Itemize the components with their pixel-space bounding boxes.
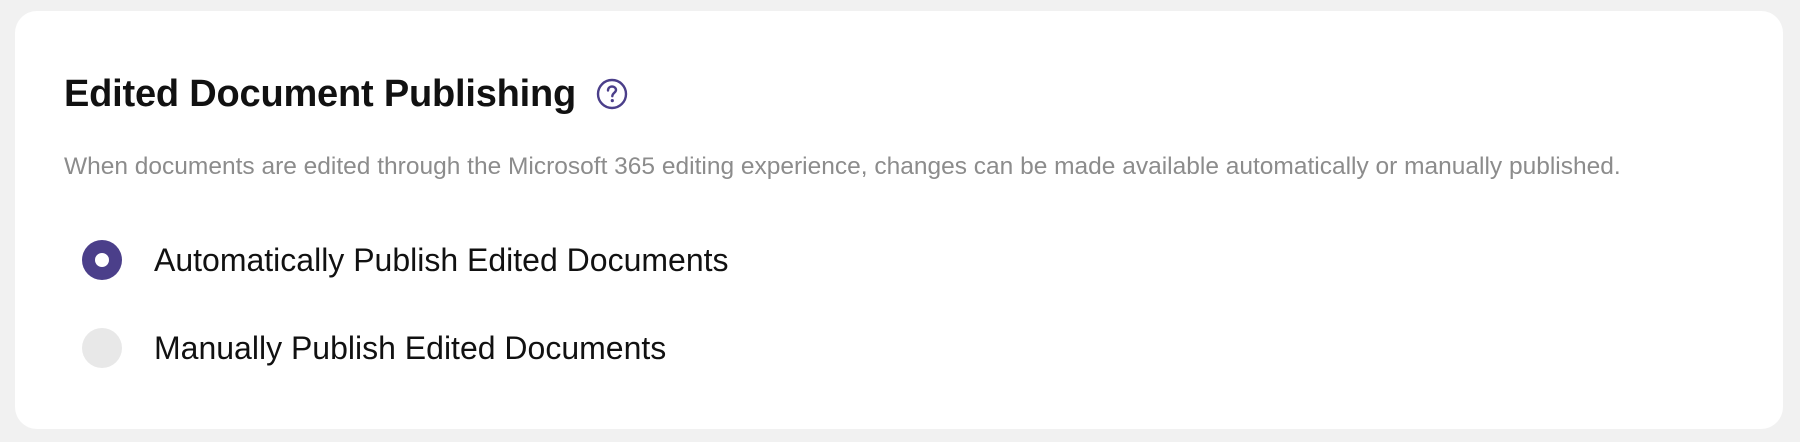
settings-card: Edited Document Publishing When document… [15,11,1783,429]
radio-button-selected[interactable] [82,240,122,280]
radio-label-manual[interactable]: Manually Publish Edited Documents [154,330,666,367]
radio-dot [95,253,109,267]
section-description: When documents are edited through the Mi… [64,153,1621,180]
radio-button-unselected[interactable] [82,328,122,368]
section-title: Edited Document Publishing [64,72,577,115]
section-header: Edited Document Publishing [64,69,628,119]
radio-option-manual-publish[interactable]: Manually Publish Edited Documents [82,328,666,368]
question-circle-icon[interactable] [596,78,628,110]
radio-label-automatic[interactable]: Automatically Publish Edited Documents [154,242,729,279]
radio-option-automatic-publish[interactable]: Automatically Publish Edited Documents [82,240,729,280]
